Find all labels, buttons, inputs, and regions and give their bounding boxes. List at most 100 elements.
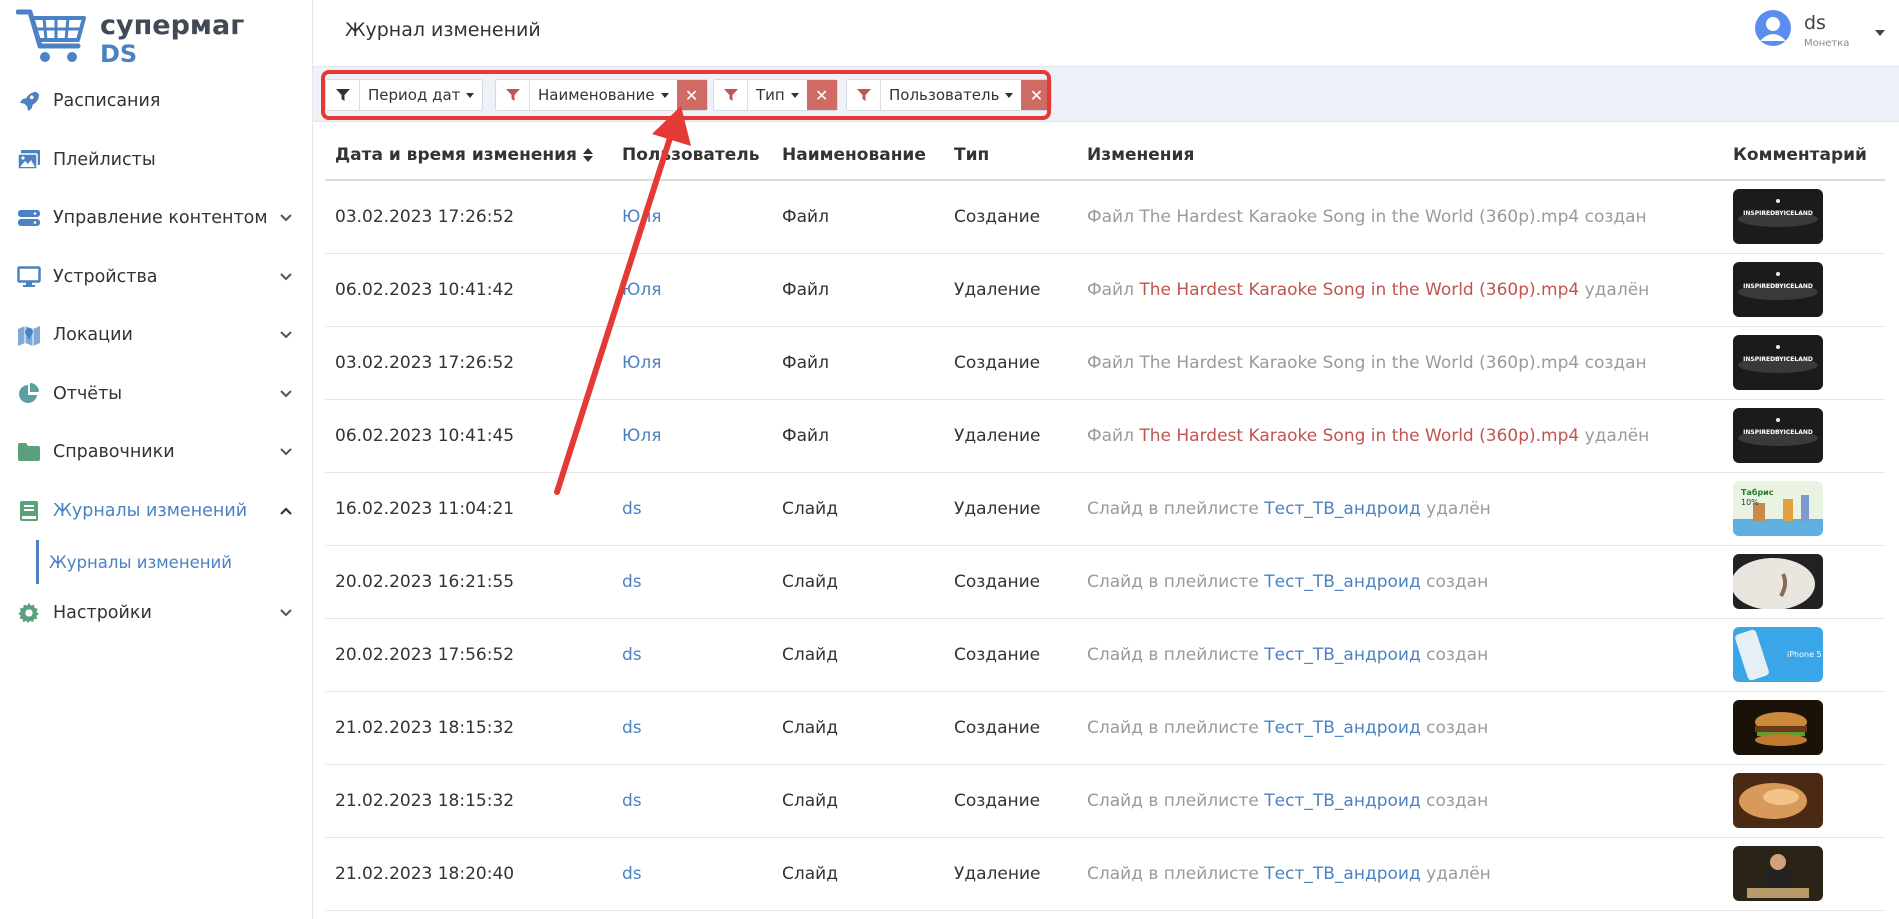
logo-subtitle: DS [100, 40, 138, 68]
thumbnail-image[interactable] [1733, 773, 1823, 828]
sidebar-item-schedules[interactable]: Расписания [0, 72, 313, 131]
thumbnail-image[interactable]: INSPIREDBYICELAND [1733, 262, 1823, 317]
user-link[interactable]: ds [622, 864, 642, 884]
changes-text: Слайд в плейлисте [1087, 499, 1265, 519]
chevron-down-icon [280, 273, 292, 281]
user-link[interactable]: Юля [622, 207, 661, 227]
changes-suffix: удалён [1420, 864, 1491, 884]
changes-suffix: удалён [1579, 280, 1650, 300]
server-icon [17, 206, 41, 230]
folder-icon [17, 440, 41, 464]
cell-type: Создание [954, 353, 1041, 373]
chevron-up-icon [280, 507, 292, 515]
column-header-type: Тип [954, 145, 990, 165]
changes-text: Файл [1087, 426, 1140, 446]
sidebar-item-label: Расписания [53, 91, 161, 112]
cell-name: Слайд [782, 791, 838, 811]
thumbnail-image[interactable]: INSPIREDBYICELAND [1733, 335, 1823, 390]
chevron-down-icon [280, 214, 292, 222]
changes-suffix: создан [1420, 572, 1489, 592]
cell-name: Слайд [782, 645, 838, 665]
logo[interactable]: супермаг DS [16, 4, 244, 68]
user-link[interactable]: ds [622, 718, 642, 738]
user-link[interactable]: ds [622, 572, 642, 592]
user-link[interactable]: ds [622, 645, 642, 665]
playlist-link[interactable]: Тест_ТВ_андроид [1264, 572, 1420, 592]
playlist-link[interactable]: Тест_ТВ_андроид [1264, 864, 1420, 884]
user-icon [1760, 17, 1786, 41]
thumbnail-image[interactable] [1733, 554, 1823, 609]
user-link[interactable]: Юля [622, 426, 661, 446]
sidebar-item-locations[interactable]: Локации [0, 306, 313, 365]
map-icon [17, 323, 41, 347]
avatar [1755, 10, 1791, 46]
sidebar-item-devices[interactable]: Устройства [0, 248, 313, 307]
cell-date: 06.02.2023 10:41:45 [335, 426, 515, 446]
thumbnail-image[interactable] [1733, 700, 1823, 755]
svg-text:INSPIREDBYICELAND: INSPIREDBYICELAND [1743, 283, 1813, 290]
sidebar-subitem-label: Журналы изменений [49, 552, 232, 572]
playlist-link[interactable]: Тест_ТВ_андроид [1264, 499, 1420, 519]
cell-date: 03.02.2023 17:26:52 [335, 207, 515, 227]
thumbnail-image[interactable]: iPhone 5 [1733, 627, 1823, 682]
chevron-down-icon [280, 609, 292, 617]
user-menu[interactable]: ds Монетка [1755, 8, 1885, 58]
changes-text: Слайд в плейлисте [1087, 572, 1265, 592]
changes-text: Файл The Hardest Karaoke Song in the Wor… [1087, 353, 1647, 373]
table-row: 16.02.2023 11:04:21 ds Слайд Удаление Слайд … [325, 473, 1885, 546]
table-row: 20.02.2023 17:56:52 ds Слайд Создание Слайд … [325, 619, 1885, 692]
sidebar-item-playlists[interactable]: Плейлисты [0, 131, 313, 190]
chevron-down-icon [280, 331, 292, 339]
page-title: Журнал изменений [345, 19, 541, 41]
sidebar-item-label: Настройки [53, 603, 152, 624]
sidebar-item-label: Управление контентом [53, 208, 268, 229]
cell-changes: Слайд в плейлисте Тест_ТВ_андроид удалён [1087, 864, 1491, 884]
column-header-date[interactable]: Дата и время изменения [335, 145, 593, 165]
changes-suffix: создан [1420, 645, 1489, 665]
user-link[interactable]: Юля [622, 280, 661, 300]
changes-text: Слайд в плейлисте [1087, 645, 1265, 665]
cell-name: Слайд [782, 864, 838, 884]
chevron-down-icon [280, 390, 292, 398]
user-org: Монетка [1804, 38, 1850, 49]
playlist-link[interactable]: Тест_ТВ_андроид [1264, 645, 1420, 665]
cell-type: Удаление [954, 280, 1041, 300]
svg-text:INSPIREDBYICELAND: INSPIREDBYICELAND [1743, 210, 1813, 217]
cell-date: 06.02.2023 10:41:42 [335, 280, 515, 300]
svg-text:iPhone 5: iPhone 5 [1787, 650, 1822, 659]
user-link[interactable]: ds [622, 499, 642, 519]
cell-name: Файл [782, 280, 829, 300]
table-row: 03.02.2023 17:26:52 Юля Файл Создание Файл T… [325, 327, 1885, 400]
user-link[interactable]: ds [622, 791, 642, 811]
cell-type: Создание [954, 718, 1041, 738]
cell-name: Файл [782, 207, 829, 227]
thumbnail-image[interactable]: Табрис 10% [1733, 481, 1823, 536]
playlist-link[interactable]: Тест_ТВ_андроид [1264, 718, 1420, 738]
cart-icon [16, 9, 86, 62]
thumbnail-image[interactable]: INSPIREDBYICELAND [1733, 408, 1823, 463]
sidebar-item-settings[interactable]: Настройки [0, 584, 313, 643]
user-link[interactable]: Юля [622, 353, 661, 373]
chevron-down-icon [280, 448, 292, 456]
sidebar-item-reports[interactable]: Отчёты [0, 365, 313, 424]
sidebar-subitem-changelogs[interactable]: Журналы изменений [36, 540, 313, 584]
cell-date: 21.02.2023 18:20:40 [335, 864, 515, 884]
sidebar-nav: Расписания Плейлисты Управление контенто… [0, 72, 313, 643]
monitor-icon [17, 265, 41, 289]
cell-name: Файл [782, 426, 829, 446]
sidebar-item-changelogs[interactable]: Журналы изменений [0, 482, 313, 541]
cell-type: Создание [954, 207, 1041, 227]
sidebar-item-label: Локации [53, 325, 133, 346]
logo-title: супермаг [100, 10, 245, 41]
sidebar-item-label: Журналы изменений [53, 500, 248, 521]
cell-date: 03.02.2023 17:26:52 [335, 353, 515, 373]
playlist-link[interactable]: Тест_ТВ_андроид [1264, 791, 1420, 811]
sidebar-item-references[interactable]: Справочники [0, 423, 313, 482]
thumbnail-image[interactable]: INSPIREDBYICELAND [1733, 189, 1823, 244]
cell-changes: Файл The Hardest Karaoke Song in the Wor… [1087, 207, 1647, 227]
thumbnail-image[interactable] [1733, 846, 1823, 901]
sidebar-item-content[interactable]: Управление контентом [0, 189, 313, 248]
column-header-name: Наименование [782, 145, 926, 165]
changes-text: Слайд в плейлисте [1087, 864, 1265, 884]
sidebar-item-label: Справочники [53, 442, 175, 463]
